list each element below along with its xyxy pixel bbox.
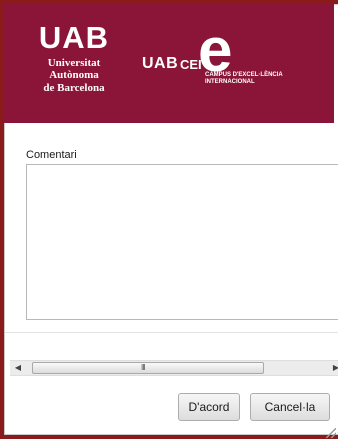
cei-logo-subtitle-line1: CAMPUS D'EXCEL·LÈNCIA bbox=[205, 72, 283, 78]
uab-logo: UAB Universitat Autònoma de Barcelona bbox=[24, 20, 124, 95]
cei-logo-uab: UAB bbox=[142, 55, 179, 72]
header-banner: UAB Universitat Autònoma de Barcelona UA… bbox=[4, 4, 334, 123]
comment-label: Comentari bbox=[26, 149, 77, 161]
arrow-left-icon[interactable]: ◀ bbox=[10, 361, 26, 375]
cei-logo-subtitle: CAMPUS D'EXCEL·LÈNCIA INTERNACIONAL bbox=[205, 72, 283, 86]
scrollbar-thumb[interactable]: III bbox=[32, 362, 264, 374]
arrow-right-icon[interactable]: ▶ bbox=[328, 361, 338, 375]
uab-logo-name-line2: de Barcelona bbox=[43, 82, 105, 94]
resize-grip-icon[interactable] bbox=[326, 428, 336, 438]
uab-logo-name-line1: Universitat Autònoma bbox=[47, 57, 101, 81]
cei-logo-subtitle-line2: INTERNACIONAL bbox=[205, 79, 255, 85]
cancel-button[interactable]: Cancel·la bbox=[250, 393, 330, 421]
uab-logo-mark: UAB bbox=[38, 20, 110, 55]
scrollbar-grip-icon: III bbox=[141, 363, 146, 372]
ok-button[interactable]: D'acord bbox=[178, 393, 240, 421]
divider bbox=[5, 332, 338, 333]
horizontal-scrollbar[interactable]: ◀ III ▶ bbox=[10, 360, 338, 376]
comment-textarea[interactable] bbox=[26, 164, 338, 320]
uab-cei-logo: UAB CEI e CAMPUS D'EXCEL·LÈNCIA INTERNAC… bbox=[142, 20, 322, 106]
